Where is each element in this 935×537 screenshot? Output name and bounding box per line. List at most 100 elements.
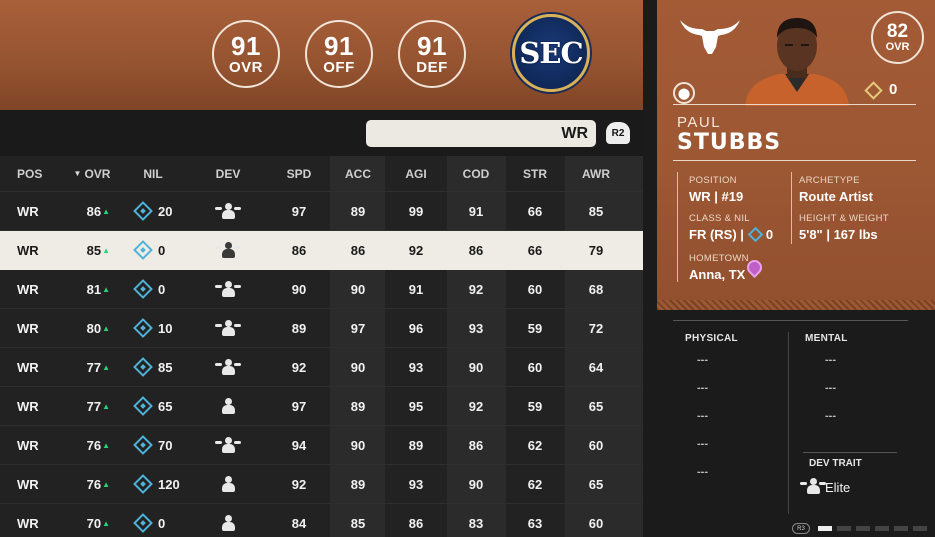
page-dot-active[interactable] [818,526,832,531]
position-cell-text: WR [17,320,39,336]
table-row[interactable]: WR 76 ▲ 70 94 90 89 86 62 60 [0,426,643,465]
nil-cell: 70 [133,426,172,464]
awr-cell-text: 79 [588,242,604,258]
player-detail-panel: 82 OVR ⬤ 0 PAUL STUBBS POSITION WR | #19… [657,0,935,537]
dev-trait-normal-icon [219,475,237,493]
column-header-nil[interactable]: NIL [133,156,173,191]
awr-cell-text: 65 [588,476,604,492]
nil-cell-text: 120 [158,476,180,492]
r3-button[interactable]: R3 [792,523,810,534]
nil-cell-text: 20 [158,203,173,219]
table-row[interactable]: WR 77 ▲ 65 97 89 95 92 59 65 [0,387,643,426]
player-ovr-label: OVR [885,41,910,53]
spd-cell: 94 [279,426,319,464]
r2-button[interactable]: R2 [606,122,630,144]
page-dot[interactable] [913,526,927,531]
trend-up-icon: ▲ [102,323,110,333]
position-filter-field[interactable]: WR [366,120,596,147]
dev-trait-impact-icon [215,436,241,454]
height-weight-info: HEIGHT & WEIGHT 5'8" | 167 lbs [799,213,889,242]
column-header-awr[interactable]: AWR [576,156,616,191]
player-card: 82 OVR ⬤ 0 PAUL STUBBS POSITION WR | #19… [657,0,935,308]
agi-cell: 96 [396,309,436,347]
dev-trait-impact-icon [215,319,241,337]
position-cell: WR [17,309,39,347]
table-row[interactable]: WR 76 ▲ 120 92 89 93 90 62 65 [0,465,643,504]
physical-attribute-value: --- [697,354,708,366]
spd-cell: 92 [279,465,319,503]
column-header-dev[interactable]: DEV [208,156,248,191]
page-dot[interactable] [875,526,889,531]
table-row[interactable]: WR 85 ▲ 0 86 86 92 86 66 79 [0,231,643,270]
spd-cell-text: 86 [291,242,307,258]
ovr-cell: 81 ▲ [70,270,110,308]
column-header-spd[interactable]: SPD [279,156,319,191]
page-dot[interactable] [837,526,851,531]
acc-cell: 89 [338,465,378,503]
r2-button-label: R2 [611,127,625,139]
table-row[interactable]: WR 77 ▲ 85 92 90 93 90 60 64 [0,348,643,387]
table-header: POS ▼ OVR NIL DEV SPD ACC AGI COD STR AWR [0,156,643,192]
agi-cell-text: 91 [408,281,424,297]
ovr-cell: 80 ▲ [70,309,110,347]
acc-cell: 90 [338,270,378,308]
physical-attribute-value: --- [697,410,708,422]
archetype-info: ARCHETYPE Route Artist [799,175,873,204]
mental-heading: MENTAL [805,333,848,344]
position-cell-text: WR [17,242,39,258]
nil-cell-text: 10 [158,320,173,336]
dev-trait-label: DEV TRAIT [809,458,862,469]
ovr-cell: 77 ▲ [70,387,110,425]
nil-icon [133,318,153,338]
column-header-acc[interactable]: ACC [338,156,378,191]
r3-button-label: R3 [797,525,805,532]
physical-heading: PHYSICAL [685,333,738,344]
cod-cell: 91 [456,192,496,230]
trend-up-icon: ▲ [102,440,110,450]
page-dot[interactable] [894,526,908,531]
column-header-ovr[interactable]: ▼ OVR [72,156,112,191]
team-ratings-banner: 91 OVR 91 OFF 91 DEF SEC [0,0,643,110]
team-def-label: DEF [416,59,448,76]
acc-cell-text: 89 [350,476,366,492]
column-header-pos[interactable]: POS [17,156,42,191]
spd-cell: 89 [279,309,319,347]
acc-cell: 86 [338,231,378,269]
awr-cell: 64 [576,348,616,386]
agi-cell-text: 86 [408,515,424,531]
table-row[interactable]: WR 70 ▲ 0 84 85 86 83 63 60 [0,504,643,537]
ovr-cell: 70 ▲ [70,504,110,537]
ovr-cell-text: 77 [86,359,102,375]
spd-cell: 84 [279,504,319,537]
spd-cell: 97 [279,192,319,230]
agi-cell-text: 99 [408,203,424,219]
table-row[interactable]: WR 81 ▲ 0 90 90 91 92 60 68 [0,270,643,309]
column-header-cod[interactable]: COD [456,156,496,191]
acc-cell: 89 [338,192,378,230]
nil-icon [133,513,153,533]
table-row[interactable]: WR 86 ▲ 20 97 89 99 91 66 85 [0,192,643,231]
acc-cell-text: 90 [350,437,366,453]
ovr-cell-text: 85 [86,242,102,258]
column-header-str[interactable]: STR [515,156,555,191]
str-cell: 59 [515,387,555,425]
acc-cell-text: 89 [350,398,366,414]
player-ovr-badge: 82 OVR [871,11,924,64]
nil-cell: 10 [133,309,173,347]
str-cell-text: 66 [527,242,543,258]
page-dot[interactable] [856,526,870,531]
nil-cell: 0 [133,504,165,537]
table-row[interactable]: WR 80 ▲ 10 89 97 96 93 59 72 [0,309,643,348]
column-header-agi[interactable]: AGI [396,156,436,191]
awr-cell: 65 [576,387,616,425]
dev-trait-divider [803,452,897,453]
hometown-info: HOMETOWN Anna, TX [689,253,749,282]
nil-icon [133,396,153,416]
agi-cell-text: 92 [408,242,424,258]
class-nil-value: FR (RS) | 0 [689,226,773,243]
awr-cell-text: 85 [588,203,604,219]
awr-cell-text: 68 [588,281,604,297]
acc-cell: 90 [338,426,378,464]
nil-cell: 0 [133,231,165,269]
awr-cell: 60 [576,504,616,537]
